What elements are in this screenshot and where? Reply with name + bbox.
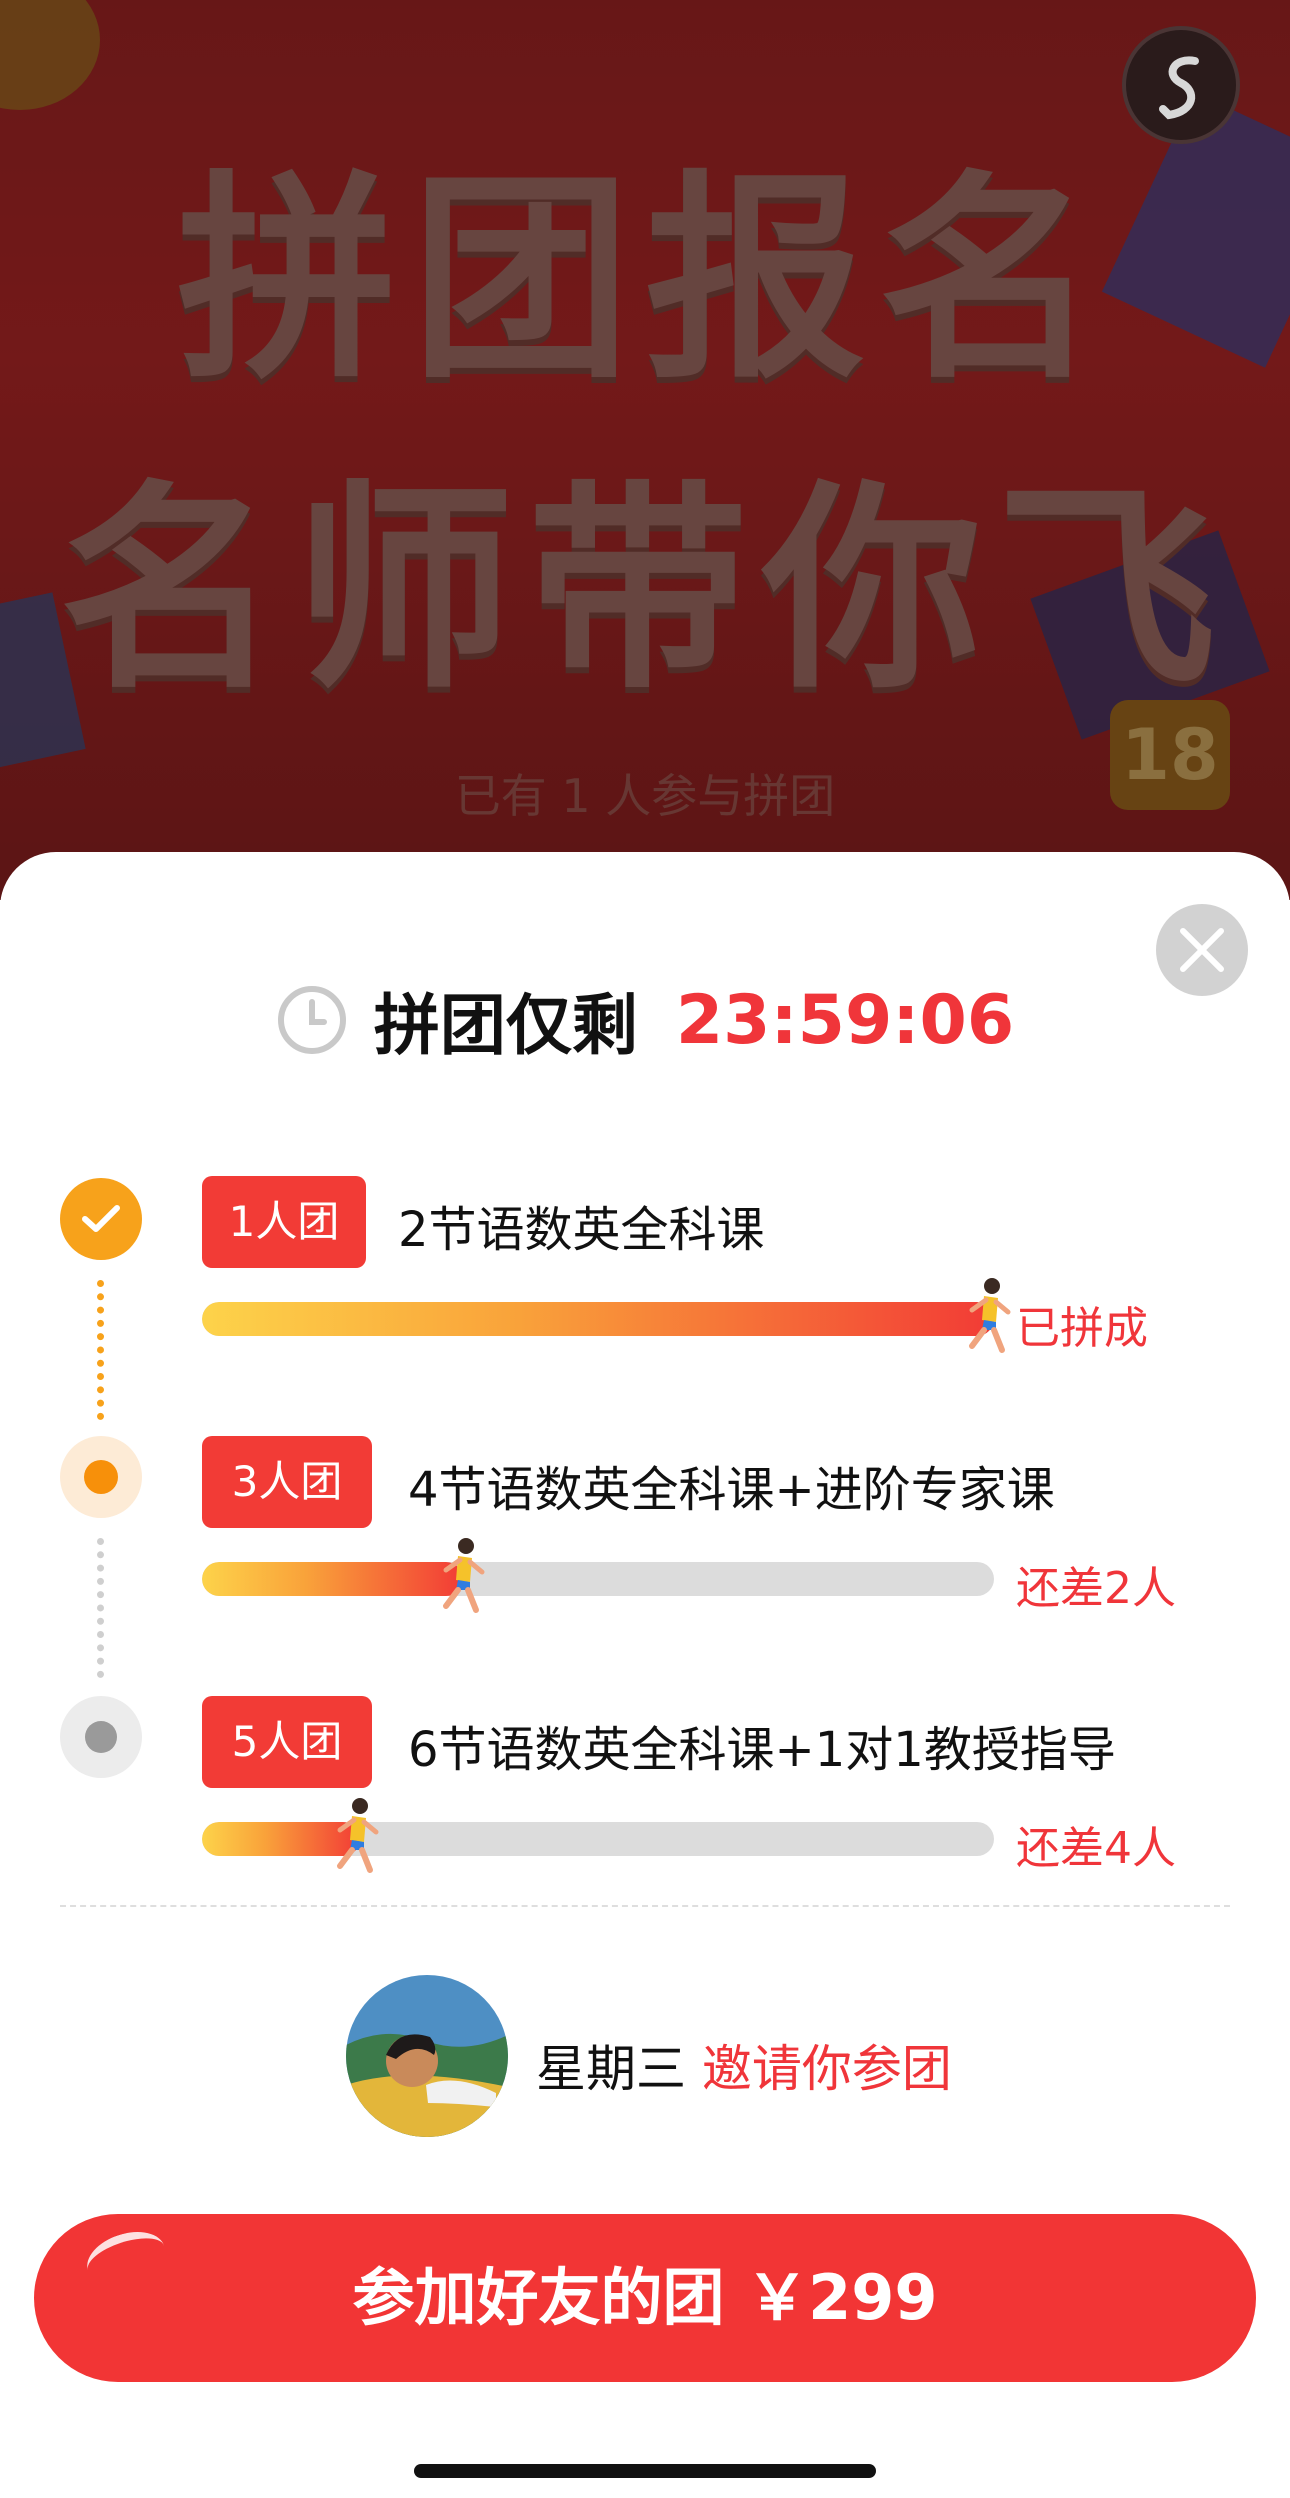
tier-description: 6节语数英全科课+1对1教授指导	[408, 1722, 1116, 1778]
countdown-timer: 拼团仅剩 23:59:06	[0, 975, 1290, 1065]
tier-size-tag: 1人团	[202, 1176, 366, 1268]
inviter-avatar	[346, 1975, 508, 2137]
logo-button[interactable]	[1122, 26, 1240, 144]
modal-backdrop[interactable]	[0, 0, 1290, 900]
invite-message: 邀请你参团	[701, 2040, 952, 2098]
logo-icon	[1159, 56, 1199, 120]
tier-status: 还差2人	[1016, 1563, 1176, 1614]
tier-progress-bar	[202, 1822, 994, 1856]
button-gloss	[80, 2222, 172, 2294]
home-indicator[interactable]	[414, 2464, 876, 2478]
close-icon	[1180, 928, 1224, 972]
join-group-button[interactable]: 参加好友的团 ￥299	[34, 2214, 1256, 2382]
section-divider	[60, 1905, 1230, 1907]
timeline-connector	[97, 1280, 104, 1420]
tier-progress-bar	[202, 1562, 994, 1596]
tier-size-tag: 3人团	[202, 1436, 372, 1528]
tier-description: 2节语数英全科课	[398, 1202, 765, 1258]
tier-size-tag: 5人团	[202, 1696, 372, 1788]
runner-icon	[969, 1278, 1011, 1353]
tier-description: 4节语数英全科课+进阶专家课	[408, 1462, 1055, 1518]
tier-progress-bar	[202, 1302, 994, 1336]
tier-status: 已拼成	[1016, 1303, 1148, 1354]
runner-icon	[337, 1798, 379, 1873]
tier-completed-indicator	[60, 1178, 142, 1260]
clock-icon	[277, 986, 346, 1054]
invite-row: 星期三 邀请你参团	[0, 1975, 1290, 2137]
check-icon	[82, 1205, 120, 1232]
promo-banner: 拼团报名 名师带你飞 已有 1 人参与拼团 18	[0, 0, 1290, 900]
tier-status: 还差4人	[1016, 1823, 1176, 1874]
tier-pending-indicator	[60, 1696, 142, 1778]
timer-label: 拼团仅剩	[373, 987, 638, 1064]
timer-countdown: 23:59:06	[675, 980, 1015, 1060]
join-group-button-label: 参加好友的团 ￥299	[352, 2261, 938, 2334]
timeline-connector	[97, 1538, 104, 1678]
inviter-name: 星期三	[536, 2040, 686, 2098]
inviter-text: 星期三 邀请你参团	[536, 2029, 952, 2101]
progress-fill	[202, 1302, 994, 1336]
runner-icon	[443, 1538, 485, 1613]
tier-current-indicator	[60, 1436, 142, 1518]
progress-fill	[202, 1562, 464, 1596]
